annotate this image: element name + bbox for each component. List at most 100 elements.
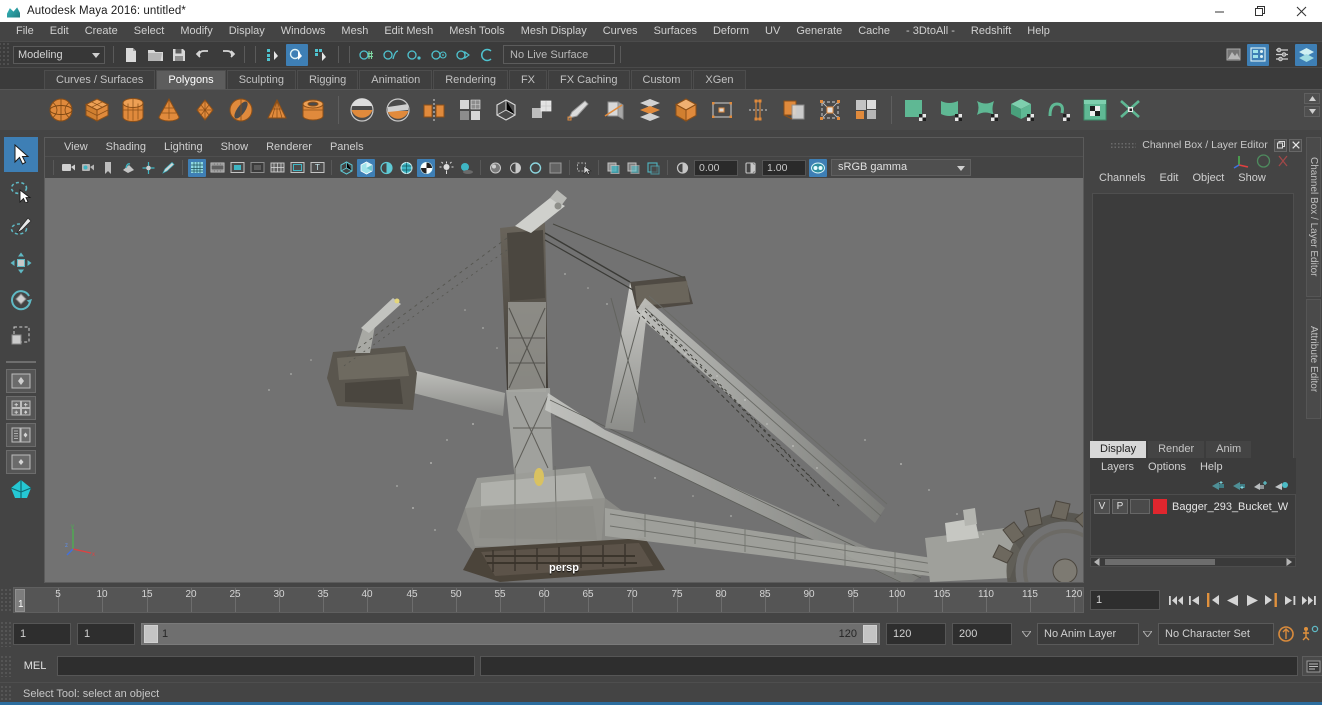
- image-plane-icon[interactable]: [119, 159, 137, 177]
- shelf-tab-rigging[interactable]: Rigging: [296, 70, 359, 89]
- boolean-difference-icon[interactable]: [381, 94, 414, 127]
- screen-space-ao-icon[interactable]: [486, 159, 504, 177]
- object-menu[interactable]: Object: [1185, 172, 1231, 184]
- attribute-editor-icon[interactable]: [1247, 43, 1269, 66]
- sphere-display-icon[interactable]: [1255, 153, 1272, 169]
- menu-redshift[interactable]: Redshift: [963, 22, 1019, 41]
- menu-display[interactable]: Display: [221, 22, 273, 41]
- poly-torus-icon[interactable]: [224, 94, 257, 127]
- safe-action-icon[interactable]: [288, 159, 306, 177]
- shadows-icon[interactable]: [457, 159, 475, 177]
- restore-icon[interactable]: [1240, 0, 1281, 22]
- select-objects-in-layer-icon[interactable]: [1272, 478, 1290, 493]
- new-scene-icon[interactable]: [120, 44, 142, 66]
- boolean-union-icon[interactable]: [345, 94, 378, 127]
- mirror-geometry-icon[interactable]: [417, 94, 450, 127]
- shelf-tab-curves-surfaces[interactable]: Curves / Surfaces: [44, 70, 156, 89]
- xray-active-components-icon[interactable]: [644, 159, 662, 177]
- layout-single-pane[interactable]: [6, 369, 36, 393]
- range-slider[interactable]: 1 120: [141, 623, 880, 645]
- undo-icon[interactable]: [192, 44, 214, 66]
- texture-toggle-icon[interactable]: [417, 158, 435, 177]
- current-frame-field[interactable]: 1: [1090, 590, 1160, 610]
- minimize-icon[interactable]: [1199, 0, 1240, 22]
- options-menu[interactable]: Options: [1141, 461, 1193, 473]
- undock-icon[interactable]: [1274, 138, 1287, 152]
- menu-edit-mesh[interactable]: Edit Mesh: [376, 22, 441, 41]
- menu-uv[interactable]: UV: [757, 22, 788, 41]
- redo-icon[interactable]: [216, 44, 238, 66]
- film-gate-icon[interactable]: [208, 159, 226, 177]
- command-line-grip[interactable]: [0, 655, 13, 677]
- playback-start-time-field[interactable]: 1: [77, 623, 135, 645]
- select-by-object-type-icon[interactable]: [286, 43, 308, 66]
- time-slider-track[interactable]: 1 5 10 15 20 25 30 35 40 45 50 55 60 65 70 75 80 85 90 95 1…: [13, 587, 1084, 613]
- snap-to-grid-icon[interactable]: [356, 44, 378, 66]
- time-slider-grip[interactable]: [0, 588, 13, 612]
- layer-visibility-toggle[interactable]: V: [1094, 499, 1110, 514]
- offset-edge-icon[interactable]: [705, 94, 738, 127]
- add-selected-to-layer-icon[interactable]: [1251, 478, 1269, 493]
- manipulator-icon[interactable]: [1233, 153, 1251, 169]
- gamma-value[interactable]: 1.00: [762, 159, 806, 176]
- select-by-component-type-icon[interactable]: [310, 44, 332, 66]
- poly-cube-icon[interactable]: [80, 94, 113, 127]
- extract-icon[interactable]: [525, 94, 558, 127]
- spherical-uv-icon[interactable]: [970, 94, 1003, 127]
- playback-end-time-field[interactable]: 120: [886, 623, 946, 645]
- command-input[interactable]: [57, 656, 475, 676]
- shelf-tab-fx-caching[interactable]: FX Caching: [548, 70, 630, 89]
- use-all-lights-icon[interactable]: [437, 159, 455, 177]
- scale-tool[interactable]: [4, 317, 38, 352]
- step-back-key-icon[interactable]: [1204, 590, 1223, 610]
- menu-mesh-display[interactable]: Mesh Display: [513, 22, 595, 41]
- tab-render[interactable]: Render: [1148, 441, 1205, 458]
- gamma-icon[interactable]: [741, 159, 759, 177]
- select-camera-icon[interactable]: [59, 159, 77, 177]
- layout-four-pane[interactable]: [6, 396, 36, 420]
- menu-3dtoall[interactable]: - 3DtoAll -: [898, 22, 963, 41]
- multisample-icon[interactable]: [526, 159, 544, 177]
- xray-joints-icon[interactable]: [624, 159, 642, 177]
- script-editor-icon[interactable]: [1302, 656, 1322, 676]
- two-d-pan-zoom-icon[interactable]: [139, 159, 157, 177]
- shelf-tab-xgen[interactable]: XGen: [693, 70, 746, 89]
- command-language-label[interactable]: MEL: [13, 660, 57, 672]
- step-forward-frame-icon[interactable]: [1280, 590, 1299, 610]
- side-tab-channel-box[interactable]: Channel Box / Layer Editor: [1306, 137, 1321, 297]
- menu-mesh[interactable]: Mesh: [333, 22, 376, 41]
- edit-menu[interactable]: Edit: [1152, 172, 1185, 184]
- cylindrical-uv-icon[interactable]: [934, 94, 967, 127]
- red-display-icon[interactable]: [1276, 153, 1290, 169]
- channel-box-icon[interactable]: [1295, 43, 1317, 66]
- poly-create-tool-icon[interactable]: [561, 94, 594, 127]
- step-back-frame-icon[interactable]: [1185, 590, 1204, 610]
- select-by-hierarchy-icon[interactable]: [262, 44, 284, 66]
- animation-end-time-field[interactable]: 200: [952, 623, 1012, 645]
- automatic-uv-icon[interactable]: [1006, 94, 1039, 127]
- step-forward-key-icon[interactable]: [1261, 590, 1280, 610]
- wireframe-icon[interactable]: [337, 159, 355, 177]
- viewport-menu-show[interactable]: Show: [212, 138, 258, 156]
- shade-textured-icon[interactable]: [377, 159, 395, 177]
- character-set-field[interactable]: No Character Set: [1158, 623, 1274, 645]
- layer-row[interactable]: V P Bagger_293_Bucket_W: [1094, 498, 1292, 515]
- snap-to-point-icon[interactable]: [404, 44, 426, 66]
- character-set-dropdown-arrow[interactable]: [1139, 623, 1155, 645]
- current-time-indicator[interactable]: 1: [15, 589, 25, 612]
- bridge-icon[interactable]: [741, 94, 774, 127]
- field-chart-icon[interactable]: [268, 159, 286, 177]
- layout-persp-outliner[interactable]: [6, 423, 36, 447]
- shelf-scroll-down-icon[interactable]: [1304, 106, 1320, 117]
- menu-set-selector[interactable]: Modeling: [13, 45, 105, 64]
- menu-edit[interactable]: Edit: [42, 22, 77, 41]
- auto-keyframe-icon[interactable]: [1274, 622, 1298, 646]
- snap-to-curve-icon[interactable]: [380, 44, 402, 66]
- bookmark-icon[interactable]: [99, 159, 117, 177]
- layer-list-scrollbar[interactable]: [1090, 557, 1296, 567]
- shelf-scroll-up-icon[interactable]: [1304, 93, 1320, 104]
- go-to-end-icon[interactable]: [1299, 590, 1318, 610]
- help-line-grip[interactable]: [0, 685, 13, 703]
- snap-to-view-plane-icon[interactable]: [452, 44, 474, 66]
- color-management-icon[interactable]: [809, 158, 827, 177]
